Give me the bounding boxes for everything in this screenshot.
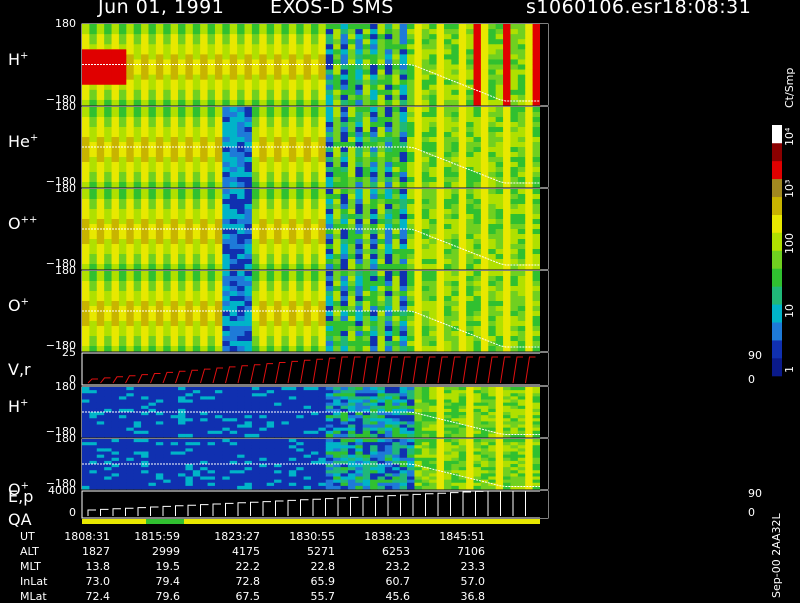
table-cell: 67.5 — [200, 590, 260, 603]
spectrogram-panel-6 — [82, 439, 548, 489]
colorbar-tick-1000: 10³ — [783, 180, 796, 198]
table-cell: 13.8 — [50, 560, 110, 573]
colorbar-swatch — [772, 125, 782, 143]
table-cell: 72.8 — [200, 575, 260, 588]
table-cell: 1827 — [50, 545, 110, 558]
colorbar-swatch — [772, 304, 782, 322]
qa-bar-good — [146, 519, 184, 524]
table-cell: 65.9 — [275, 575, 335, 588]
ytick-top-o3: 180 — [36, 432, 76, 445]
panel-label-sup: + — [30, 133, 38, 144]
table-cell: 19.5 — [120, 560, 180, 573]
panel-label-he: He+ — [8, 132, 38, 151]
panel-label-sup: ++ — [21, 215, 38, 226]
panel-label-sup: + — [20, 398, 28, 409]
colorbar-tick-100: 100 — [783, 233, 796, 254]
table-cell: 1823:27 — [200, 530, 260, 543]
rtick-bottom-ep: 0 — [748, 506, 755, 519]
row-label-mlat: MLat — [20, 590, 47, 603]
colorbar-swatch — [772, 197, 782, 215]
panel-label-sup: + — [21, 297, 29, 308]
colorbar-swatch — [772, 268, 782, 286]
table-cell: 79.4 — [120, 575, 180, 588]
table-cell: 23.2 — [350, 560, 410, 573]
table-cell: 22.8 — [275, 560, 335, 573]
ytick-top-ep: 4000 — [36, 484, 76, 497]
colorbar-swatch — [772, 340, 782, 358]
row-label-ut: UT — [20, 530, 35, 543]
panel-label-vr: V,r — [8, 360, 31, 379]
table-cell: 1845:51 — [425, 530, 485, 543]
spectrogram-panel-1 — [82, 107, 548, 187]
ytick-top-o: 180 — [36, 264, 76, 277]
panel-label-o2: O++ — [8, 214, 37, 233]
table-cell: 60.7 — [350, 575, 410, 588]
colorbar-swatch — [772, 322, 782, 340]
ytick-bottom-ep: 0 — [36, 506, 76, 519]
spectrogram-panel-2 — [82, 189, 548, 269]
colorbar-tick-10: 10 — [783, 304, 796, 318]
colorbar-swatch — [772, 161, 782, 179]
panel-label-o: O+ — [8, 296, 29, 315]
table-cell: 1830:55 — [275, 530, 335, 543]
colorbar-tick-1: 1 — [783, 366, 796, 373]
rtick-top-vr: 90 — [748, 349, 762, 362]
ytick-top-h2: 180 — [36, 380, 76, 393]
table-cell: 23.3 — [425, 560, 485, 573]
colorbar-swatch — [772, 358, 782, 376]
panel-label-h: H+ — [8, 50, 28, 69]
row-label-mlt: MLT — [20, 560, 41, 573]
row-label-alt: ALT — [20, 545, 39, 558]
rtick-top-ep: 90 — [748, 487, 762, 500]
table-cell: 45.6 — [350, 590, 410, 603]
row-label-inlat: InLat — [20, 575, 47, 588]
colorbar-swatch — [772, 286, 782, 304]
colorbar-swatch — [772, 215, 782, 233]
colorbar-swatch — [772, 251, 782, 269]
table-cell: 7106 — [425, 545, 485, 558]
panel-label-sup: + — [20, 51, 28, 62]
colorbar-swatch — [772, 233, 782, 251]
spectrogram-panel-3 — [82, 271, 548, 351]
table-cell: 57.0 — [425, 575, 485, 588]
rtick-bottom-vr: 0 — [748, 373, 755, 386]
table-cell: 79.6 — [120, 590, 180, 603]
table-cell: 1838:23 — [350, 530, 410, 543]
panel-label-h2: H+ — [8, 397, 28, 416]
panel-label-qa: QA — [8, 510, 32, 529]
table-cell: 36.8 — [425, 590, 485, 603]
table-cell: 22.2 — [200, 560, 260, 573]
spectrogram-panel-5 — [82, 387, 548, 437]
colorbar-tick-10000: 10⁴ — [783, 128, 796, 146]
panel-label-ep: E,p — [8, 487, 33, 506]
table-cell: 73.0 — [50, 575, 110, 588]
vr-panel — [88, 353, 548, 385]
colorbar-swatch — [772, 143, 782, 161]
colorbar-title: Ct/Smp — [783, 68, 796, 108]
table-cell: 2999 — [120, 545, 180, 558]
ytick-top-o2: 180 — [36, 182, 76, 195]
table-cell: 1808:31 — [50, 530, 110, 543]
spectrogram-panel-0 — [82, 24, 548, 105]
ytick-top-h: 180 — [36, 17, 76, 30]
table-cell: 6253 — [350, 545, 410, 558]
ep-panel — [88, 491, 548, 518]
table-cell: 72.4 — [50, 590, 110, 603]
spectrogram-plot — [0, 0, 800, 600]
table-cell: 1815:59 — [120, 530, 180, 543]
ytick-top-vr: 25 — [36, 346, 76, 359]
footer-id: Sep-00 2AA32L — [770, 513, 783, 598]
table-cell: 5271 — [275, 545, 335, 558]
table-cell: 55.7 — [275, 590, 335, 603]
colorbar-swatch — [772, 179, 782, 197]
table-cell: 4175 — [200, 545, 260, 558]
ytick-top-he: 180 — [36, 100, 76, 113]
